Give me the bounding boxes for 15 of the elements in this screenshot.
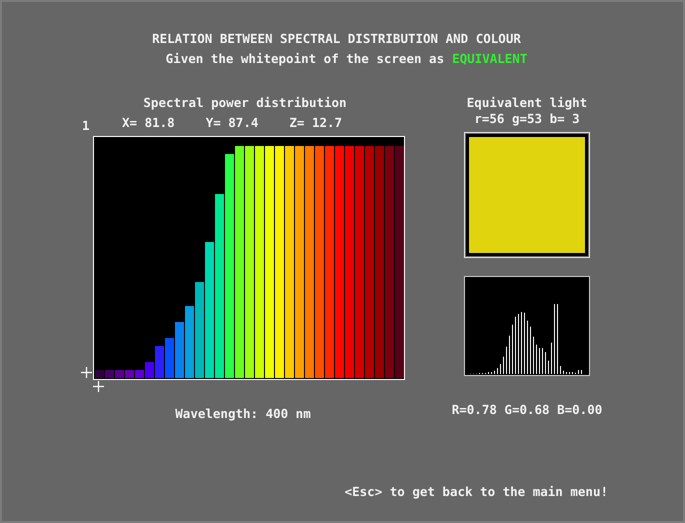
screen-title: RELATION BETWEEN SPECTRAL DISTRIBUTION AND COLOUR (151, 31, 522, 47)
rgb-byte-values: r=56 g=53 b= 3 (474, 111, 580, 127)
rgb-fraction-values: R=0.78 G=0.68 B=0.00 (452, 402, 602, 418)
wavelength-label: Wavelength: 400 nm (174, 406, 312, 422)
mode-label: EQUIVALENT (452, 51, 528, 67)
index-number: 1 (81, 118, 91, 134)
tristimulus-value: X= 81.8 (122, 115, 175, 131)
subtitle-text: Given the whitepoint of the screen as (166, 51, 444, 67)
crosshair-icon (81, 367, 92, 378)
panel-heading: Equivalent light (466, 95, 588, 111)
help-text: <Esc> to get back to the main menu! (344, 484, 608, 500)
crosshair-icon (93, 381, 104, 392)
panel-heading: Spectral power distribution (142, 95, 348, 111)
tristimulus-value: Z= 12.7 (289, 115, 342, 131)
tristimulus-value: Y= 87.4 (206, 115, 258, 131)
